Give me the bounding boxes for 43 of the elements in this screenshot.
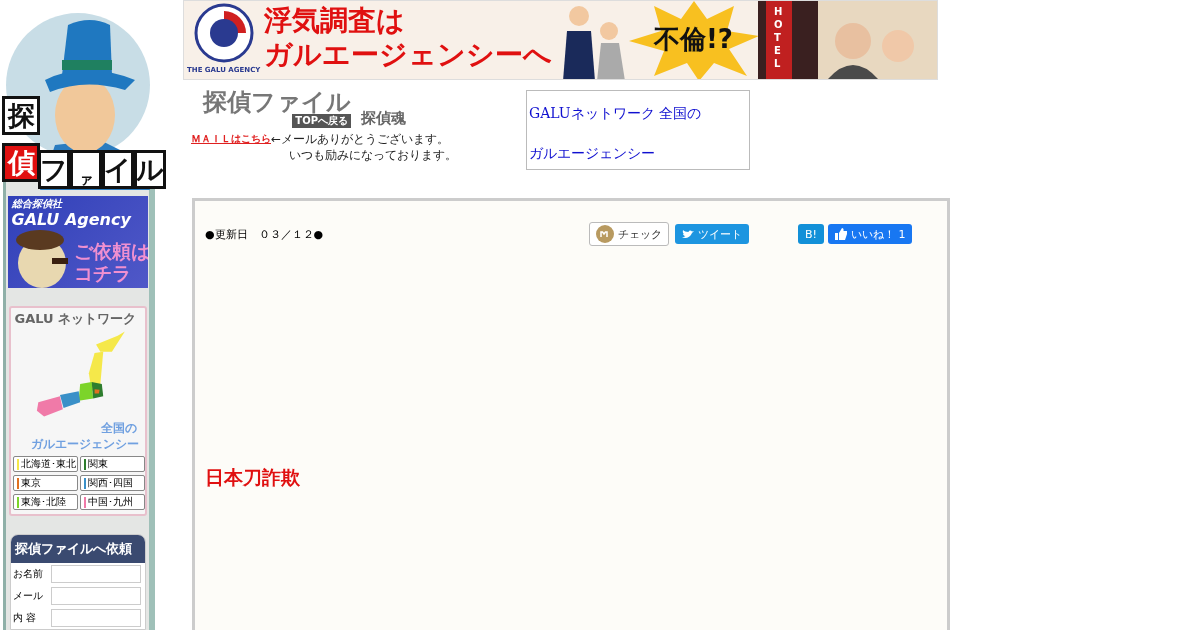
banner-text: コチラ (73, 264, 131, 283)
input-field[interactable] (50, 609, 141, 627)
tagline: 探偵魂 (361, 109, 406, 128)
broken-image[interactable]: GALUネットワーク 全国の ガルエージェンシー (526, 90, 750, 170)
form-title: 探偵ファイルへ依頼 (10, 535, 145, 563)
hatena-button[interactable]: B! (798, 224, 824, 244)
field-label: お名前 (12, 567, 44, 581)
mail-note: ←メールありがとうございます。 (271, 132, 450, 148)
mail-note: いつも励みになっております。 (288, 147, 458, 164)
hotel-sign: HOTEL (774, 5, 784, 70)
update-date: ●更新日 ０３／１２● (205, 226, 325, 242)
like-button[interactable]: いいね！ 1 (827, 224, 913, 244)
burst-text: 不倫!? (654, 26, 733, 52)
field-label: 内 容 (12, 611, 37, 625)
check-button[interactable]: チェック (589, 222, 669, 246)
input-field[interactable] (50, 565, 141, 583)
field-label: メール (12, 589, 44, 603)
region-link[interactable]: 東京 (12, 475, 78, 491)
m-logo-icon (596, 225, 614, 243)
banner-headline: ガルエージェンシーへ (264, 41, 552, 69)
image-alt-text: GALUネットワーク 全国の (529, 105, 702, 121)
banner-text: ご依頼は (73, 242, 148, 261)
agency-banner[interactable]: 総合探偵社 GALU Agency ご依頼は コチラ (7, 196, 148, 288)
region-link[interactable]: 関東 (79, 456, 145, 472)
bird-icon (682, 229, 694, 239)
network-title: GALU ネットワーク (14, 312, 137, 325)
mail-link[interactable]: ＭＡＩＬはこちら (191, 132, 271, 148)
banner-text: GALU Agency (11, 212, 131, 228)
banner-text: 総合探偵社 (11, 199, 62, 209)
burst-icon (629, 1, 759, 79)
image-alt-text: ガルエージェンシー (529, 145, 655, 161)
region-link[interactable]: 東海･北陸 (12, 494, 78, 510)
map-caption: 全国の (100, 422, 137, 434)
map-caption: ガルエージェンシー (30, 438, 139, 450)
region-link[interactable]: 中国･九州 (79, 494, 145, 510)
thumbs-up-icon (834, 228, 847, 240)
input-field[interactable] (50, 587, 141, 605)
top-logo-link[interactable]: 探偵ファイル TOPへ戻る (191, 90, 351, 128)
agency-emblem-icon (194, 3, 254, 63)
banner-headline: 浮気調査は (264, 7, 405, 35)
region-link[interactable]: 北海道･東北 (12, 456, 78, 472)
article-title: 日本刀詐欺 (205, 465, 301, 490)
region-link[interactable]: 関西･四国 (79, 475, 145, 491)
